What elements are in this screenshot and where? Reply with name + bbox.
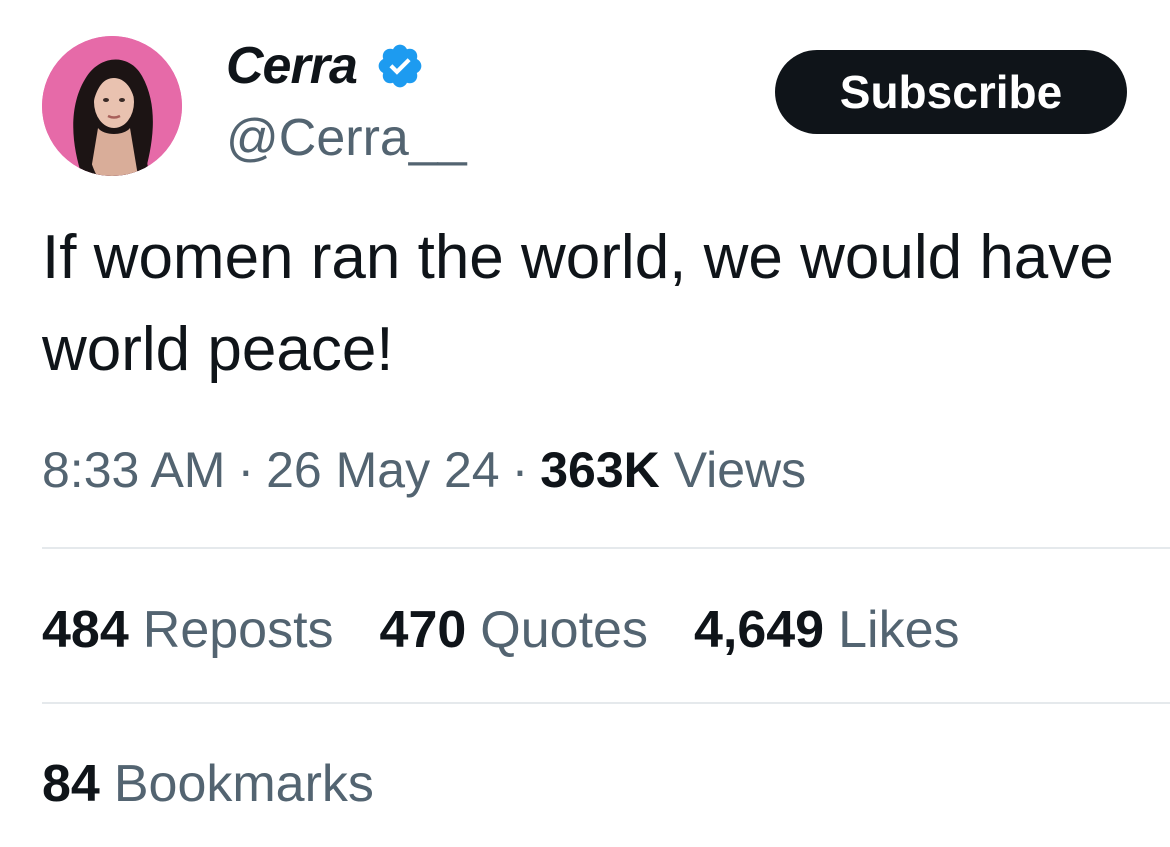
likes-label: Likes	[838, 601, 960, 659]
tweet-text: If women ran the world, we would have wo…	[42, 223, 1114, 384]
divider	[42, 547, 1170, 549]
quotes-stat[interactable]: 470 Quotes	[380, 598, 648, 662]
author-handle[interactable]: @Cerra__	[226, 112, 467, 164]
author-name-row[interactable]: Cerra	[226, 36, 425, 96]
bookmarks-count: 84	[42, 755, 100, 813]
likes-count: 4,649	[693, 601, 825, 659]
reposts-stat[interactable]: 484 Reposts	[42, 598, 334, 662]
author-display-name[interactable]: Cerra	[226, 40, 358, 92]
views-count: 363K	[540, 442, 660, 498]
tweet-date[interactable]: 26 May 24	[266, 442, 499, 498]
avatar-image	[42, 36, 182, 176]
subscribe-button[interactable]: Subscribe	[775, 50, 1127, 134]
separator-dot: ·	[511, 442, 529, 498]
reposts-label: Reposts	[142, 601, 334, 659]
quotes-count: 470	[379, 601, 467, 659]
tweet-metadata: 8:33 AM · 26 May 24 · 363K Views	[42, 438, 806, 502]
views-label: Views	[673, 442, 807, 498]
engagement-stats: 484 Reposts 470 Quotes 4,649 Likes	[42, 598, 1006, 662]
bookmarks-label: Bookmarks	[113, 755, 374, 813]
bookmarks-stat-inner: 84 Bookmarks	[42, 755, 374, 813]
bookmarks-stat[interactable]: 84 Bookmarks	[42, 752, 374, 816]
verified-badge-icon	[375, 41, 425, 91]
reposts-count: 484	[42, 601, 129, 659]
quotes-label: Quotes	[480, 601, 648, 659]
tweet-time[interactable]: 8:33 AM	[42, 442, 225, 498]
separator-dot: ·	[237, 442, 255, 498]
likes-stat[interactable]: 4,649 Likes	[694, 598, 960, 662]
avatar[interactable]	[42, 36, 182, 176]
tweet-header: Cerra @Cerra__ Subscribe	[0, 0, 1170, 200]
divider	[42, 702, 1170, 704]
